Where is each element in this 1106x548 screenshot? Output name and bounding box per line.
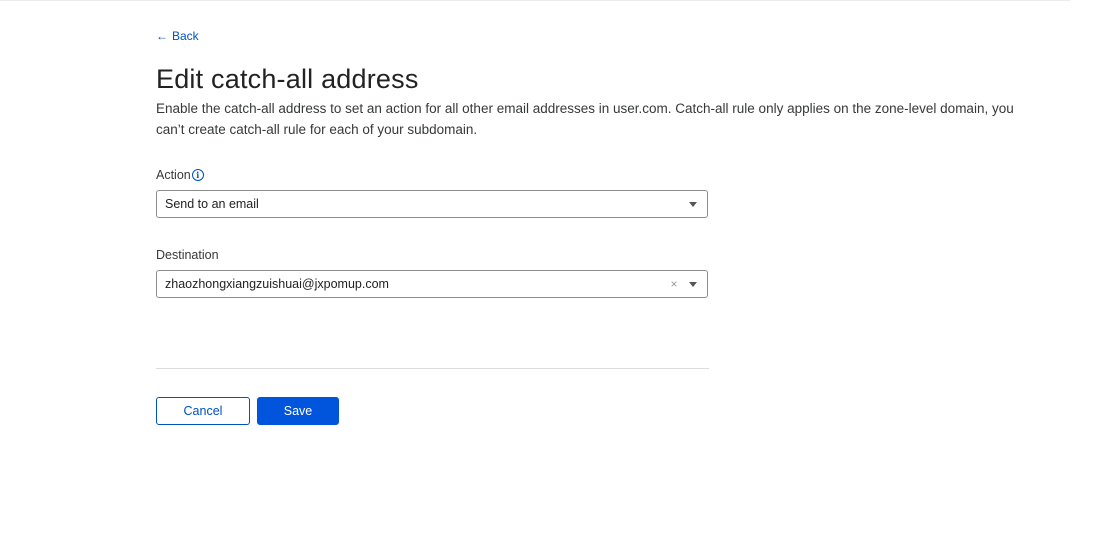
destination-label: Destination <box>156 248 219 262</box>
page-description: Enable the catch-all address to set an a… <box>156 101 1014 137</box>
form-divider <box>156 368 709 369</box>
destination-label-text: Destination <box>156 248 219 262</box>
chevron-down-icon[interactable] <box>689 281 697 287</box>
action-label: Action i <box>156 168 204 182</box>
page-title: Edit catch-all address <box>156 64 419 94</box>
chevron-down-icon[interactable] <box>689 201 697 207</box>
save-button[interactable]: Save <box>257 397 339 425</box>
action-select[interactable]: Send to an email <box>156 190 708 218</box>
info-icon[interactable]: i <box>191 169 204 181</box>
back-arrow-icon: ← <box>156 29 168 43</box>
action-select-value: Send to an email <box>165 197 259 211</box>
action-label-text: Action <box>156 168 191 182</box>
destination-select[interactable]: zhaozhongxiangzuishuai@jxpomup.com × <box>156 270 708 298</box>
back-link[interactable]: ← Back <box>156 29 199 43</box>
clear-icon[interactable]: × <box>667 277 681 291</box>
cancel-button[interactable]: Cancel <box>156 397 250 425</box>
top-divider <box>0 0 1070 1</box>
destination-select-value: zhaozhongxiangzuishuai@jxpomup.com <box>165 277 389 291</box>
back-link-label: Back <box>172 29 199 43</box>
